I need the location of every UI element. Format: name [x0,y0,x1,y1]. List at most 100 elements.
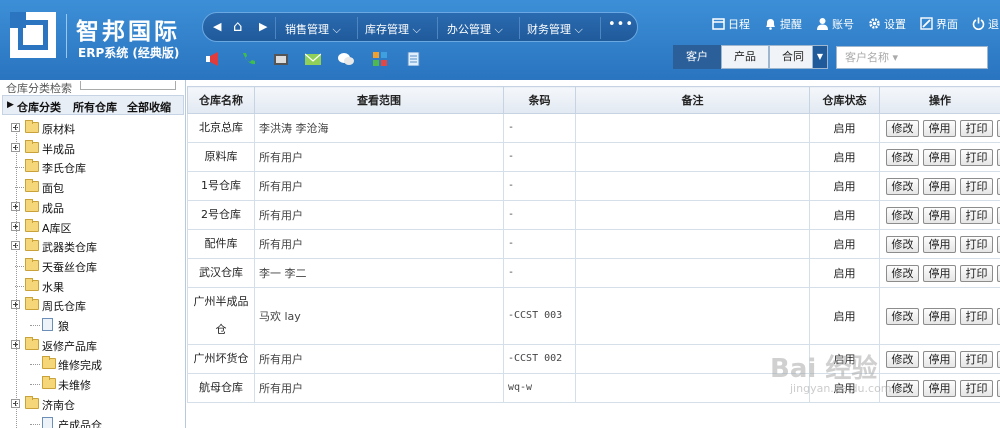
col-header-name: 仓库名称 [187,86,255,114]
nav-more-button[interactable]: ••• [608,17,634,32]
grid-icon[interactable] [372,52,388,66]
cell-name: 航母仓库 [187,373,255,403]
tree-item[interactable]: 半成品 [0,139,185,157]
nav-item-office[interactable]: 办公管理 ⌵ [447,21,503,37]
settings-link[interactable]: 设置 [868,16,906,32]
nav-item-inventory[interactable]: 库存管理 ⌵ [365,21,421,37]
account-link[interactable]: 账号 [816,16,854,32]
tree-collapse-link[interactable]: 全部收缩 [127,99,171,115]
mail-icon[interactable] [305,52,321,66]
folder-icon [25,120,39,133]
table-row: 原料库所有用户- 启用修改停用打印删除 [187,142,1000,172]
disable-button[interactable]: 停用 [923,119,956,137]
document-icon[interactable] [406,52,422,66]
tree-item[interactable]: 周氏仓库 [0,296,185,314]
cell-scope: 李洪涛 李沧海 [254,113,504,143]
tree-item[interactable]: 天蚕丝仓库 [0,257,185,275]
watermark-url: jingyan.baidu.com [790,382,892,395]
main-nav: ◀ ▶ ⌂ 销售管理 ⌵ 库存管理 ⌵ 办公管理 ⌵ 财务管理 ⌵ ••• [202,12,638,42]
edit-button[interactable]: 修改 [886,148,919,166]
cell-code: - [503,171,576,201]
disable-button[interactable]: 停用 [923,206,956,224]
disable-button[interactable]: 停用 [923,379,956,397]
nav-forward-icon[interactable]: ▶ [259,20,267,33]
disable-button[interactable]: 停用 [923,264,956,282]
phone-icon[interactable] [240,52,256,66]
tree-search-input[interactable] [80,81,176,90]
tree-item[interactable]: 未维修 [0,375,185,393]
folder-icon [25,297,39,310]
tree-item[interactable]: 维修完成 [0,355,185,373]
cell-code: - [503,258,576,288]
print-button[interactable]: 打印 [960,379,993,397]
tree-item[interactable]: A库区 [0,218,185,236]
disable-button[interactable]: 停用 [923,235,956,253]
edit-button[interactable]: 修改 [886,307,919,325]
cell-name: 武汉仓库 [187,258,255,288]
tree-item[interactable]: 原材料 [0,119,185,137]
cell-status: 启用 [809,113,880,143]
print-button[interactable]: 打印 [960,235,993,253]
print-button[interactable]: 打印 [960,350,993,368]
disable-button[interactable]: 停用 [923,307,956,325]
edit-button[interactable]: 修改 [886,119,919,137]
edit-button[interactable]: 修改 [886,350,919,368]
disable-button[interactable]: 停用 [923,350,956,368]
megaphone-icon[interactable] [205,52,221,66]
watermark: Bai 经验 [770,354,878,384]
print-button[interactable]: 打印 [960,264,993,282]
print-button[interactable]: 打印 [960,307,993,325]
edit-button[interactable]: 修改 [886,235,919,253]
cell-code: wq-w [503,373,576,403]
tree-item[interactable]: 水果 [0,277,185,295]
tab-product[interactable]: 产品 [721,45,769,69]
nav-item-finance[interactable]: 财务管理 ⌵ [527,21,583,37]
calendar-link[interactable]: 日程 [712,16,750,32]
cell-actions: 修改停用打印删除 [879,258,1000,288]
print-button[interactable]: 打印 [960,177,993,195]
notebook-icon[interactable] [273,52,289,66]
tree-item[interactable]: 面包 [0,178,185,196]
tab-customer[interactable]: 客户 [673,45,721,69]
cell-actions: 修改停用打印删除 [879,171,1000,201]
tree-item[interactable]: 成品 [0,198,185,216]
tree-item[interactable]: 武器类仓库 [0,237,185,255]
search-input[interactable]: 客户名称 ▾ [836,46,988,69]
tree-item-label: 水果 [42,281,64,294]
logout-link[interactable]: 退出 [972,16,1000,32]
disable-button[interactable]: 停用 [923,148,956,166]
tab-contract[interactable]: 合同 [769,45,817,69]
cell-remark [575,229,810,259]
alert-link[interactable]: 提醒 [764,16,802,32]
cell-status: 启用 [809,287,880,345]
chevron-down-icon[interactable]: ▼ [812,45,828,69]
home-icon[interactable]: ⌂ [233,17,243,35]
disable-button[interactable]: 停用 [923,177,956,195]
cell-status: 启用 [809,171,880,201]
nav-item-sales[interactable]: 销售管理 ⌵ [285,21,341,37]
print-button[interactable]: 打印 [960,206,993,224]
print-button[interactable]: 打印 [960,148,993,166]
chat-icon[interactable] [338,52,354,66]
interface-link[interactable]: 界面 [920,16,958,32]
edit-button[interactable]: 修改 [886,177,919,195]
tree-item[interactable]: 返修产品库 [0,336,185,354]
tree-category-link[interactable]: 仓库分类 [17,99,61,115]
tree-item[interactable]: 狼 [0,316,185,334]
cell-actions: 修改停用打印删除 [879,287,1000,345]
print-button[interactable]: 打印 [960,119,993,137]
nav-back-icon[interactable]: ◀ [213,20,221,33]
tree-item[interactable]: 李氏仓库 [0,158,185,176]
cell-code: -CCST 002 [503,344,576,374]
tree-item[interactable]: 济南仓 [0,395,185,413]
cell-scope: 所有用户 [254,171,504,201]
edit-button[interactable]: 修改 [886,264,919,282]
tree-all-link[interactable]: 所有仓库 [73,99,117,115]
folder-icon [25,219,39,232]
tree-item-label: A库区 [42,222,72,235]
cell-status: 启用 [809,258,880,288]
tree-item[interactable]: 产成品仓 [0,415,185,428]
edit-button[interactable]: 修改 [886,206,919,224]
tree-item-label: 返修产品库 [42,340,97,353]
tree-item-label: 原材料 [42,123,75,136]
